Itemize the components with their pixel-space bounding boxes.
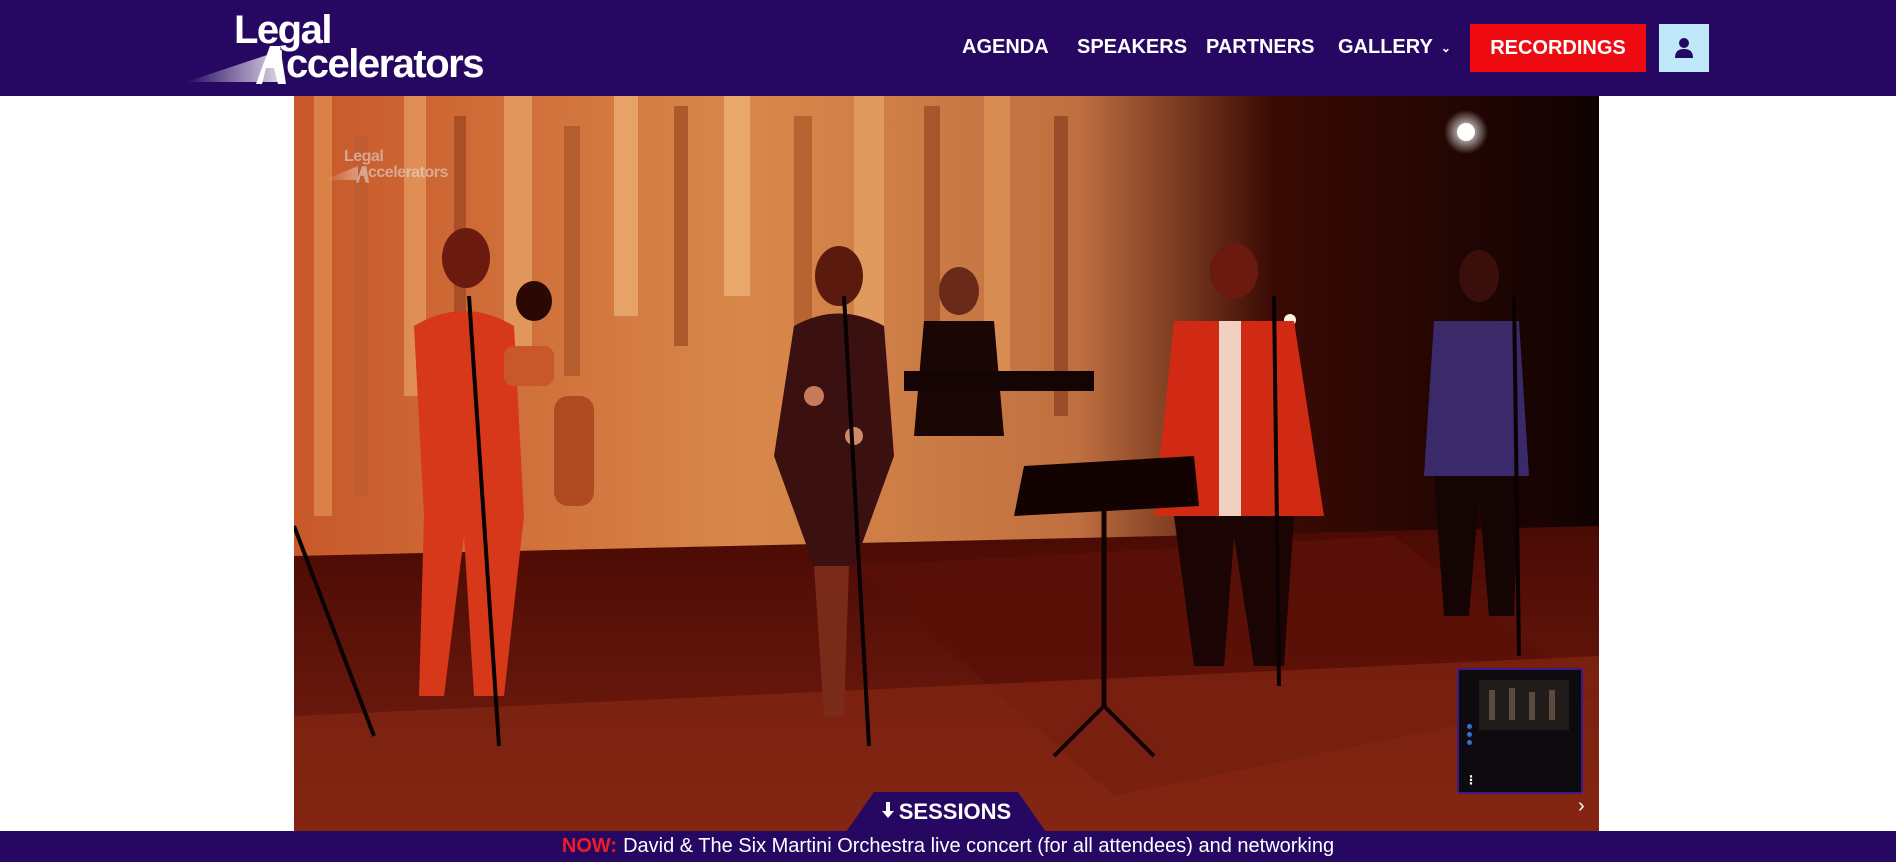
user-account-button[interactable] [1659, 24, 1709, 72]
now-playing-ticker: NOW: David & The Six Martini Orchestra l… [0, 831, 1896, 862]
sessions-tab-label: SESSIONS [898, 799, 1012, 824]
nav-item-speakers[interactable]: SPEAKERS [1077, 36, 1187, 59]
more-options-icon[interactable]: ⋮ [1465, 774, 1477, 786]
live-video-player[interactable]: Legal ccelerators [294, 96, 1599, 831]
nav-item-agenda[interactable]: AGENDA [962, 36, 1049, 59]
user-icon [1675, 38, 1693, 58]
nav-item-partners[interactable]: PARTNERS [1206, 36, 1315, 59]
nav-item-gallery[interactable]: GALLERY ⌄ [1338, 36, 1451, 59]
site-header: Legal ccelerators AGENDA SPEAKERS PARTNE… [0, 0, 1896, 96]
video-watermark-logo: Legal ccelerators [324, 148, 484, 188]
watermark-a-glyph [356, 166, 369, 183]
now-label: NOW: [561, 835, 618, 857]
chevron-right-icon[interactable]: › [1578, 795, 1585, 818]
chevron-down-icon: ⌄ [1440, 40, 1451, 55]
nav-item-gallery-label: GALLERY [1338, 36, 1433, 58]
pip-participant-dots [1467, 724, 1473, 748]
picture-in-picture-thumbnail[interactable]: ⋮ [1457, 668, 1583, 794]
recordings-button[interactable]: RECORDINGS [1470, 24, 1646, 72]
watermark-swoosh [324, 166, 358, 180]
concert-video-frame [294, 96, 1599, 831]
pip-video-frame [1459, 670, 1581, 792]
sessions-tab[interactable]: SESSIONS [846, 792, 1046, 832]
arrow-down-icon [881, 801, 895, 824]
now-playing-text: David & The Six Martini Orchestra live c… [623, 835, 1335, 857]
watermark-text-accelerators: ccelerators [368, 164, 448, 181]
